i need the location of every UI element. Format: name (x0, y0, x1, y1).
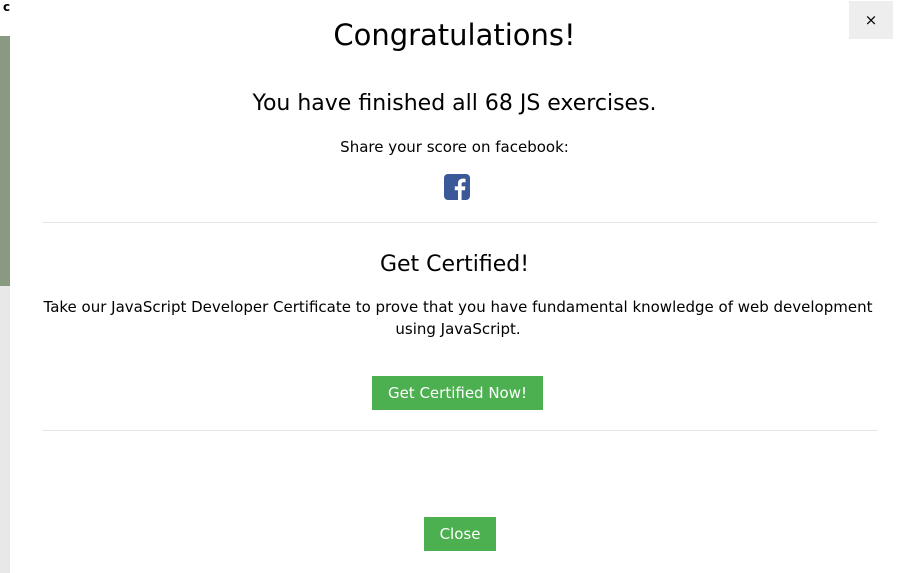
facebook-share-link[interactable] (444, 174, 470, 200)
congratulations-modal: × Congratulations! You have finished all… (10, 0, 899, 573)
share-prompt: Share your score on facebook: (340, 138, 569, 156)
get-certified-button[interactable]: Get Certified Now! (372, 376, 543, 410)
background-page: c (0, 0, 10, 573)
finished-message: You have finished all 68 JS exercises. (252, 91, 657, 116)
modal-title: Congratulations! (333, 18, 576, 52)
divider (42, 222, 878, 223)
divider (42, 430, 878, 431)
certified-title: Get Certified! (379, 252, 530, 277)
screen: c × Congratulations! You have finished a… (0, 0, 899, 573)
close-button[interactable]: Close (424, 517, 496, 551)
certified-description: Take our JavaScript Developer Certificat… (43, 298, 873, 338)
facebook-icon (444, 174, 470, 200)
background-image (0, 36, 10, 286)
